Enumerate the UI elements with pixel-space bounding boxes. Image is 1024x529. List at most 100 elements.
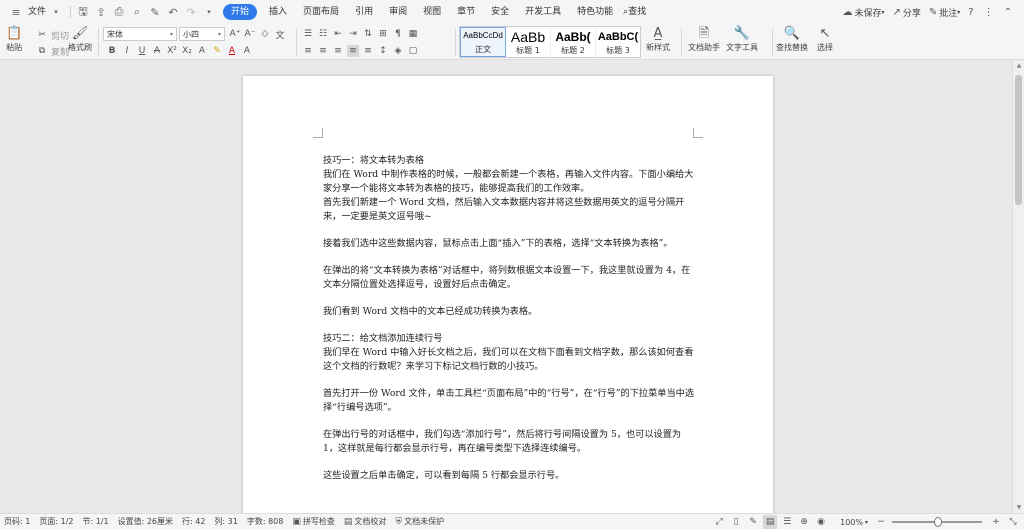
collapse-ribbon-button[interactable]: ⌃ — [1000, 7, 1018, 18]
chevron-down-icon[interactable]: ▾ — [865, 519, 868, 526]
page-number[interactable]: 页码: 1 — [4, 516, 30, 527]
justify-icon[interactable]: ≡ — [347, 45, 359, 57]
paragraph[interactable]: 我们看到 Word 文档中的文本已经成功转换为表格。 — [323, 305, 695, 319]
comment-button[interactable]: ✎ 批注 ▾ — [925, 6, 964, 19]
underline-icon[interactable]: U — [136, 45, 148, 57]
spell-check-button[interactable]: ▣ 拼写检查 — [292, 516, 335, 527]
word-count[interactable]: 字数: 808 — [247, 516, 284, 527]
vertical-scrollbar[interactable]: ▲ ▼ — [1012, 61, 1024, 513]
font-name-select[interactable]: 宋体 ▾ — [103, 27, 177, 41]
setting-value[interactable]: 设置值: 26厘米 — [118, 516, 173, 527]
scroll-down-icon[interactable]: ▼ — [1013, 503, 1024, 513]
pen-icon[interactable]: ✎ — [746, 515, 760, 529]
tab-view[interactable]: 视图 — [415, 0, 449, 24]
print-preview-icon[interactable]: ⌕ — [129, 4, 145, 20]
char-shading-icon[interactable]: A — [241, 45, 253, 57]
print-icon[interactable]: ⎙ — [111, 4, 127, 20]
clear-format-icon[interactable]: ◇ — [259, 28, 271, 40]
text-effect-icon[interactable]: A — [196, 45, 208, 57]
undo-icon[interactable]: ↶ — [165, 4, 181, 20]
cut-button[interactable]: ✂ 剪切 — [36, 27, 69, 43]
empty-paragraph[interactable] — [323, 224, 695, 237]
paragraph[interactable]: 首先我们新建一个 Word 文档，然后输入文本数据内容并将这些数据用英文的逗号分… — [323, 196, 695, 224]
eye-protection-icon[interactable]: ◉ — [814, 515, 828, 529]
outline-view-icon[interactable]: ☰ — [780, 515, 794, 529]
empty-paragraph[interactable] — [323, 456, 695, 469]
share-button[interactable]: ↗ 分享 — [888, 6, 924, 19]
italic-icon[interactable]: I — [121, 45, 133, 57]
fit-window-icon[interactable]: ⤡ — [1006, 515, 1020, 529]
tab-home[interactable]: 开始 — [223, 4, 258, 20]
shading-icon[interactable]: ◈ — [392, 45, 404, 57]
border-icon[interactable]: ▢ — [407, 45, 419, 57]
zoom-out-icon[interactable]: − — [874, 515, 888, 529]
tab-insert[interactable]: 插入 — [261, 0, 295, 24]
export-icon[interactable]: ⇪ — [93, 4, 109, 20]
doc-assistant-button[interactable]: 🗎 文档助手 — [688, 26, 720, 53]
doc-proof-button[interactable]: ▤ 文档校对 — [344, 516, 387, 527]
fullscreen-icon[interactable]: ⤢ — [712, 515, 726, 529]
align-right-icon[interactable]: ≡ — [332, 45, 344, 57]
paragraph[interactable]: 首先打开一份 Word 文件，单击工具栏“页面布局”中的“行号”，在“行号”的下… — [323, 387, 695, 415]
chevron-down-icon[interactable]: ▾ — [201, 4, 217, 20]
sort-icon[interactable]: ⇅ — [362, 28, 374, 40]
zoom-in-icon[interactable]: + — [989, 515, 1003, 529]
document-area[interactable]: 技巧一：将文本转为表格 我们在 Word 中制作表格的时候，一般都会新建一个表格，… — [0, 61, 1012, 513]
document-text[interactable]: 技巧一：将文本转为表格 我们在 Word 中制作表格的时候，一般都会新建一个表格，… — [323, 154, 695, 483]
tab-features[interactable]: 特色功能 — [569, 0, 621, 24]
paragraph[interactable]: 这些设置之后单击确定，可以看到每隔 5 行都会显示行号。 — [323, 469, 695, 483]
font-size-select[interactable]: 小四 ▾ — [179, 27, 225, 41]
select-button[interactable]: ↖ 选择 — [817, 26, 833, 53]
empty-paragraph[interactable] — [323, 374, 695, 387]
menu-icon[interactable]: ≡ — [8, 4, 24, 20]
paragraph[interactable]: 技巧一：将文本转为表格 — [323, 154, 695, 168]
help-button[interactable]: ? — [964, 7, 979, 18]
save-icon[interactable]: 🖫 — [75, 4, 91, 20]
text-tools-button[interactable]: 🔧 文字工具 — [726, 26, 758, 53]
reading-mode-icon[interactable]: ▯ — [729, 515, 743, 529]
show-marks-icon[interactable]: ¶ — [392, 28, 404, 40]
empty-paragraph[interactable] — [323, 251, 695, 264]
tab-review[interactable]: 审阅 — [381, 0, 415, 24]
align-left-icon[interactable]: ≡ — [302, 45, 314, 57]
page-view-icon[interactable]: ▤ — [763, 515, 778, 529]
style-heading-1[interactable]: AaBb 标题 1 — [506, 27, 551, 57]
zoom-slider[interactable] — [892, 517, 982, 527]
table-icon[interactable]: ▦ — [407, 28, 419, 40]
search-tab[interactable]: ⌕查找 — [621, 0, 654, 24]
tab-references[interactable]: 引用 — [347, 0, 381, 24]
tab-security[interactable]: 安全 — [483, 0, 517, 24]
tab-chapter[interactable]: 章节 — [449, 0, 483, 24]
align-center-icon[interactable]: ≡ — [317, 45, 329, 57]
empty-paragraph[interactable] — [323, 415, 695, 428]
find-replace-button[interactable]: 🔍 查找替换 — [776, 26, 808, 53]
grow-font-icon[interactable]: A⁺ — [229, 28, 241, 40]
format-brush-icon[interactable]: ✎ — [147, 4, 163, 20]
line-spacing-icon[interactable]: ↕ — [377, 45, 389, 57]
paste-button[interactable]: 📋 粘贴 — [6, 26, 22, 53]
scrollbar-thumb[interactable] — [1015, 75, 1022, 205]
empty-paragraph[interactable] — [323, 292, 695, 305]
unsaved-button[interactable]: ☁ 未保存 ▾ — [838, 6, 888, 19]
bold-icon[interactable]: B — [106, 45, 118, 57]
paragraph[interactable]: 在弹出的将“文本转换为表格”对话框中，将列数根据文本设置一下，我这里就设置为 4… — [323, 264, 695, 292]
style-normal[interactable]: AaBbCcDd 正文 — [460, 27, 506, 57]
numbered-list-icon[interactable]: ☷ — [317, 28, 329, 40]
more-button[interactable]: ⋮ — [980, 7, 1000, 18]
paragraph[interactable]: 接着我们选中这些数据内容，鼠标点击上面“插入”下的表格，选择“文本转换为表格”。 — [323, 237, 695, 251]
paragraph[interactable]: 我们在 Word 中制作表格的时候，一般都会新建一个表格，再输入文件内容。下面小… — [323, 168, 695, 196]
highlight-icon[interactable]: ✎ — [211, 45, 223, 57]
paragraph[interactable]: 在弹出行号的对话框中，我们勾选“添加行号”，然后将行号间隔设置为 5，也可以设置… — [323, 428, 695, 456]
distribute-icon[interactable]: ≡ — [362, 45, 374, 57]
style-heading-3[interactable]: AaBbC( 标题 3 — [596, 27, 640, 57]
superscript-icon[interactable]: X² — [166, 45, 178, 57]
doc-protect-button[interactable]: ⛨ 文档未保护 — [395, 516, 444, 527]
chinese-layout-icon[interactable]: ⊞ — [377, 28, 389, 40]
decrease-indent-icon[interactable]: ⇤ — [332, 28, 344, 40]
paragraph[interactable]: 技巧二：给文档添加连续行号 — [323, 332, 695, 346]
paragraph[interactable]: 我们早在 Word 中输入好长文档之后，我们可以在文档下面看到文档字数，那么该如… — [323, 346, 695, 374]
tab-page-layout[interactable]: 页面布局 — [295, 0, 347, 24]
zoom-level[interactable]: 100% — [840, 518, 863, 527]
copy-button[interactable]: ⧉ 复制 — [36, 43, 69, 59]
shrink-font-icon[interactable]: A⁻ — [244, 28, 256, 40]
